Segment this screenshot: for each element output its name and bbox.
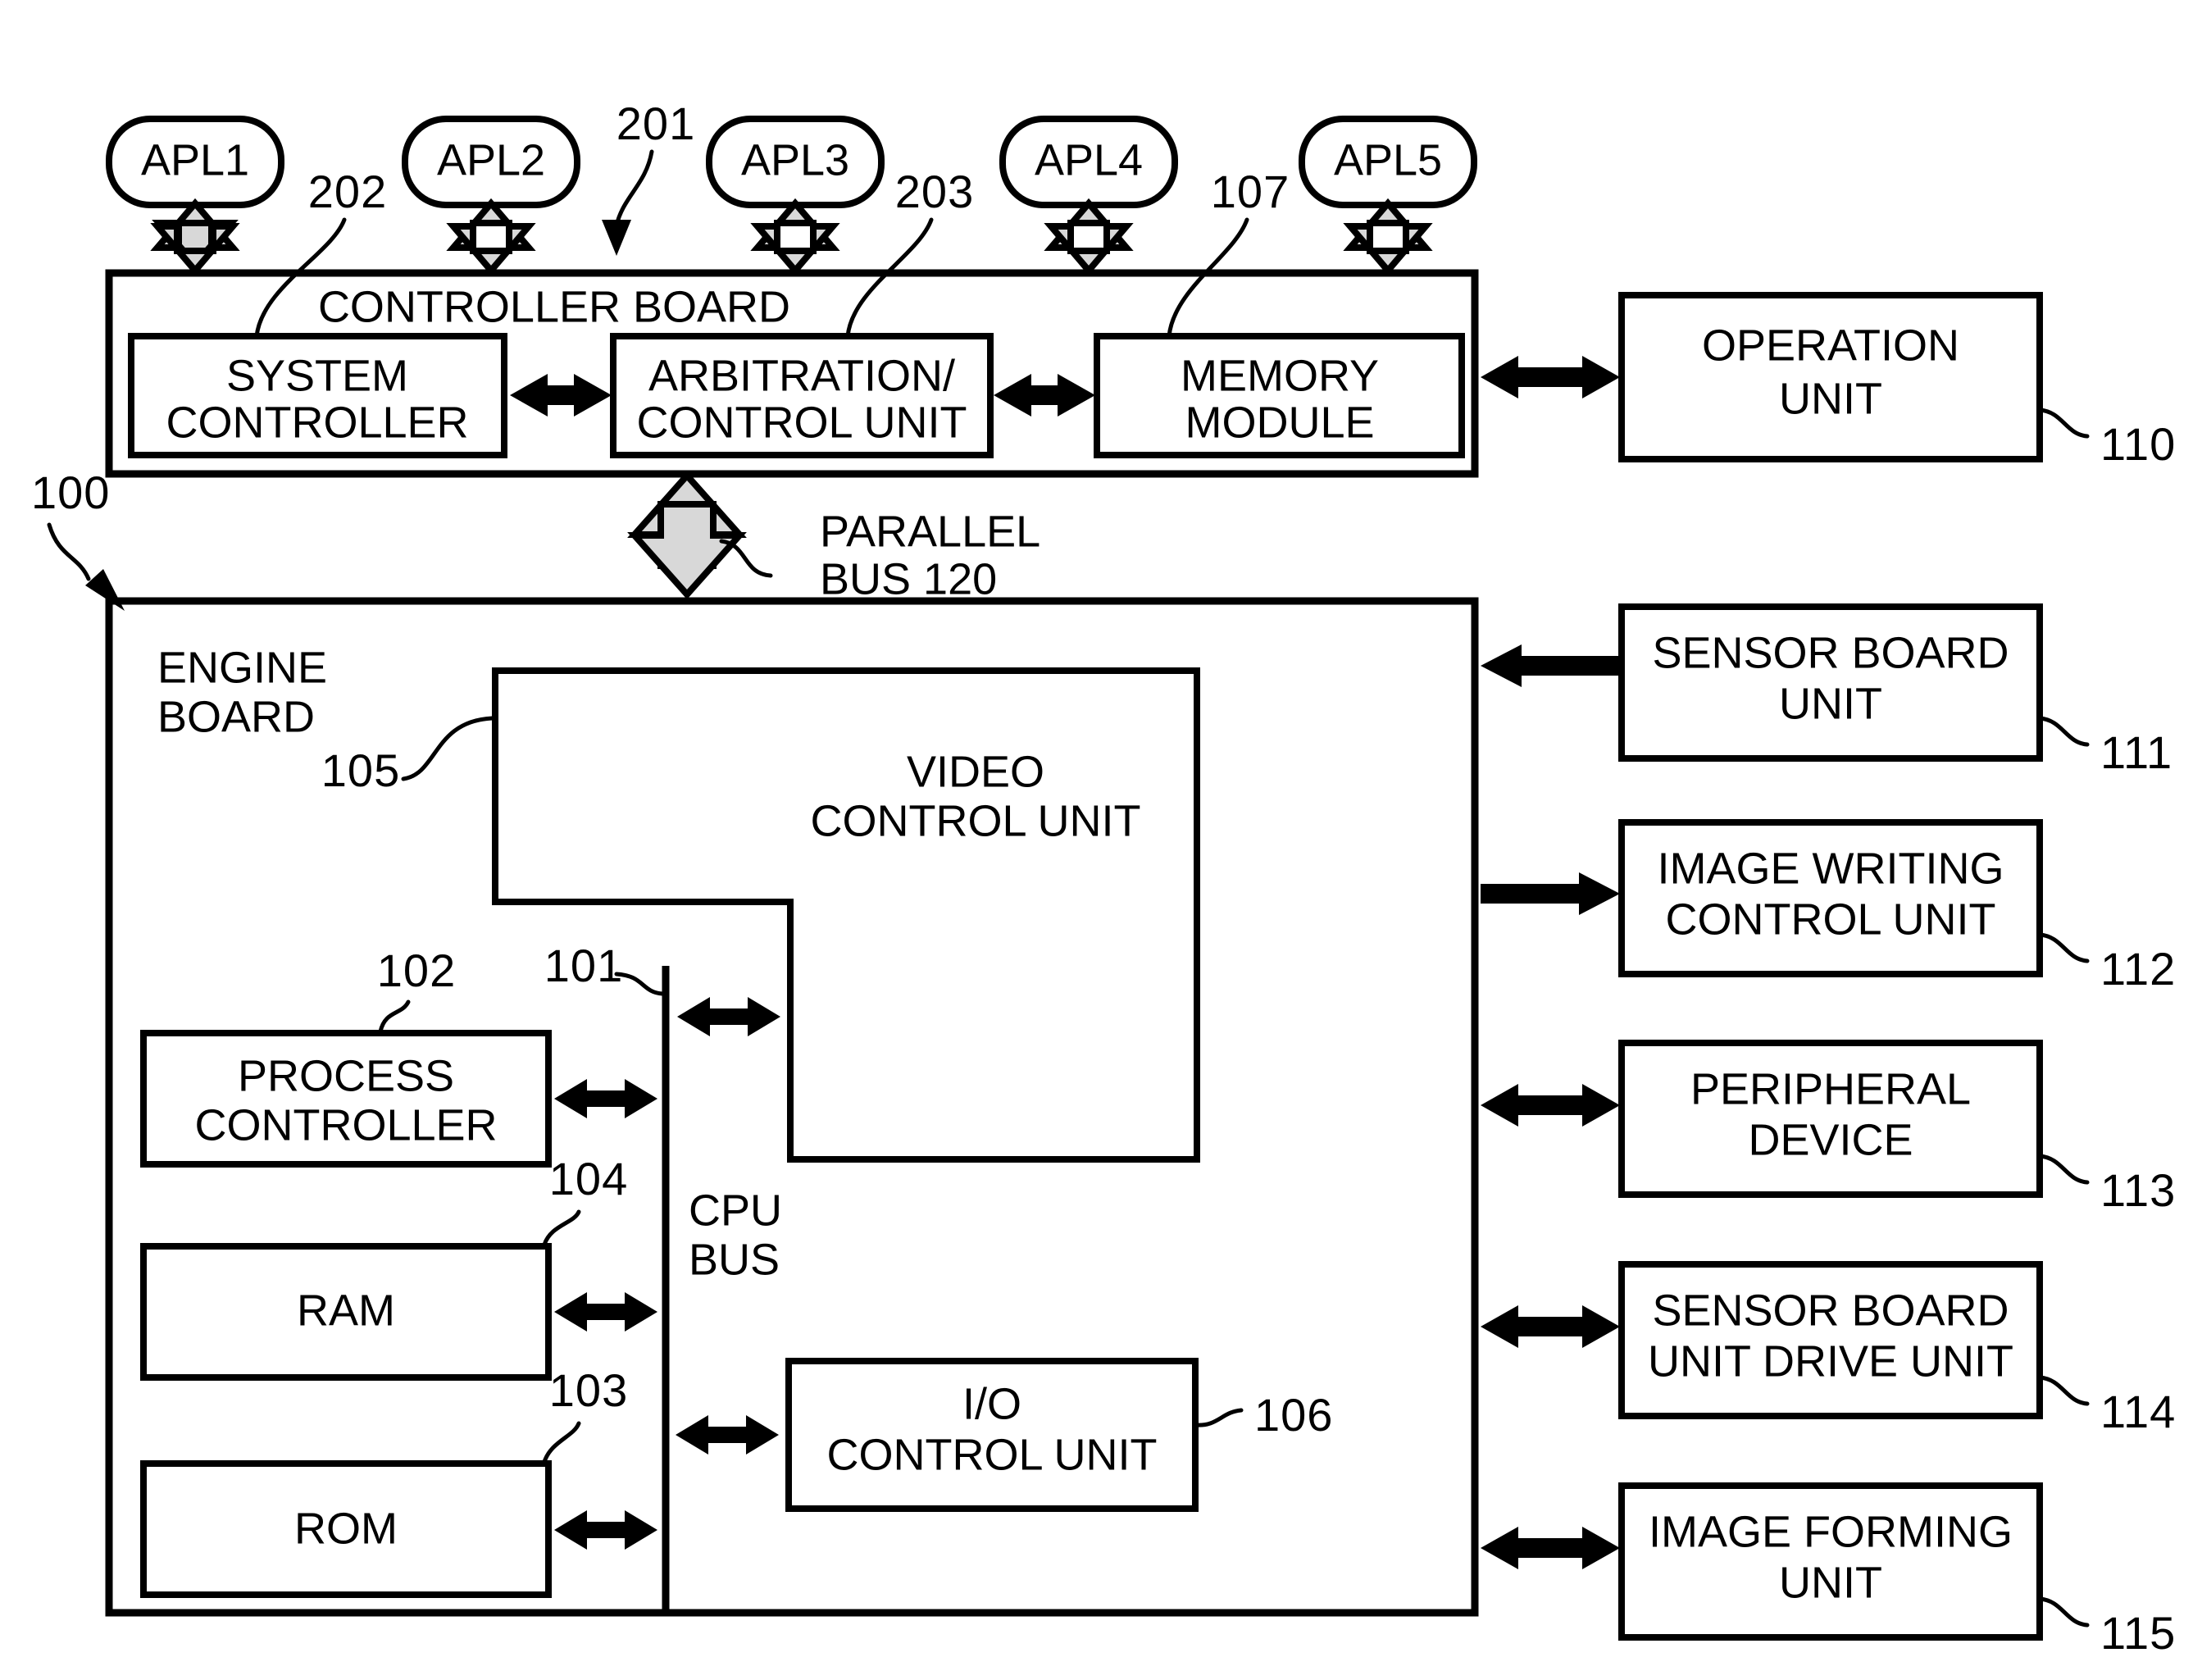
apl-node-4: APL4 [999, 116, 1178, 208]
apl4-connector [1044, 198, 1134, 276]
apl2-label: APL2 [437, 135, 545, 184]
cpu-bus-label-line1: CPU [689, 1186, 782, 1235]
ref-113: 113 [2100, 1164, 2176, 1216]
apl5-connector [1343, 198, 1433, 276]
arrow-sensor-board-unit-to-engine [1481, 644, 1620, 687]
cpu-bus-label-line2: BUS [689, 1235, 780, 1284]
ram-label: RAM [297, 1286, 395, 1335]
arrow-cpu-bus-to-video-control-unit [677, 997, 780, 1036]
ref-112: 112 [2100, 943, 2176, 995]
image-writing-control-unit-block: IMAGE WRITING CONTROL UNIT [1618, 819, 2043, 977]
arrow-cpu-bus-to-io-control-unit [676, 1415, 779, 1455]
sensor-drive-label-line2: UNIT DRIVE UNIT [1648, 1336, 2013, 1386]
ref-203: 203 [895, 166, 974, 217]
sensor-board-unit-block: SENSOR BOARD UNIT [1618, 603, 2043, 762]
arrow-system-to-arbitration [510, 374, 612, 417]
ref-110: 110 [2100, 418, 2176, 470]
arrow-rom-to-cpu-bus [554, 1510, 657, 1550]
ref-201-arrowhead [602, 220, 631, 256]
controller-board-label: CONTROLLER BOARD [318, 282, 790, 331]
apl2-connector [446, 198, 536, 276]
arrow-arbitration-to-memory [994, 374, 1095, 417]
image-writing-label-line1: IMAGE WRITING [1658, 844, 2004, 893]
apl-node-3: APL3 [706, 116, 885, 208]
ref-102: 102 [377, 945, 456, 996]
apl5-label: APL5 [1334, 135, 1442, 184]
sensor-board-unit-drive-unit-block: SENSOR BOARD UNIT DRIVE UNIT [1618, 1261, 2043, 1419]
sensor-drive-label-line1: SENSOR BOARD [1652, 1286, 2009, 1335]
process-controller-block: PROCESS CONTROLLER [140, 1030, 552, 1168]
image-forming-label-line2: UNIT [1779, 1558, 1882, 1607]
ref-115: 115 [2100, 1607, 2176, 1659]
apl3-label: APL3 [741, 135, 849, 184]
block-diagram: APL1 APL2 APL3 APL4 APL5 CONTROLLER BOAR… [31, 98, 2176, 1659]
apl4-label: APL4 [1035, 135, 1143, 184]
image-forming-unit-block: IMAGE FORMING UNIT [1618, 1482, 2043, 1641]
system-controller-label-line1: SYSTEM [226, 351, 408, 400]
arrow-process-controller-to-cpu-bus [554, 1079, 657, 1118]
apl-node-1: APL1 [106, 116, 284, 208]
parallel-bus-label-line2: BUS 120 [820, 554, 997, 603]
ref-101: 101 [544, 940, 623, 991]
sensor-board-unit-label-line2: UNIT [1779, 679, 1882, 728]
arbitration-label-line2: CONTROL UNIT [637, 398, 967, 447]
ref-105: 105 [321, 744, 400, 796]
sensor-board-unit-label-line1: SENSOR BOARD [1652, 628, 2009, 677]
ref-111: 111 [2100, 726, 2172, 778]
operation-unit-label-line1: OPERATION [1702, 321, 1959, 370]
ref-107: 107 [1211, 166, 1290, 217]
video-control-unit-block: VIDEO CONTROL UNIT [492, 667, 1200, 1163]
engine-board-label-line1: ENGINE [157, 643, 327, 692]
rom-block: ROM [140, 1460, 552, 1598]
system-controller-block: SYSTEM CONTROLLER [128, 333, 507, 458]
arrow-engine-to-image-forming [1481, 1527, 1620, 1569]
video-control-unit-shape [492, 667, 1200, 1163]
apl1-label: APL1 [141, 135, 249, 184]
video-control-unit-label-line1: VIDEO [907, 747, 1044, 796]
apl-node-5: APL5 [1299, 116, 1477, 208]
system-controller-label-line2: CONTROLLER [166, 398, 468, 447]
memory-module-label-line1: MEMORY [1181, 351, 1379, 400]
image-writing-label-line2: CONTROL UNIT [1666, 895, 1996, 944]
peripheral-device-label-line1: PERIPHERAL [1690, 1064, 1971, 1113]
arbitration-control-unit-block: ARBITRATION/ CONTROL UNIT [610, 333, 994, 458]
memory-module-block: MEMORY MODULE [1094, 333, 1465, 458]
arrow-ram-to-cpu-bus [554, 1292, 657, 1332]
arrow-engine-to-image-writing [1481, 872, 1620, 915]
operation-unit-block: OPERATION UNIT [1618, 292, 2043, 462]
process-controller-label-line1: PROCESS [238, 1051, 454, 1100]
arrow-engine-to-sensor-drive [1481, 1305, 1620, 1348]
arrow-engine-to-peripheral-device [1481, 1084, 1620, 1127]
ref-100: 100 [31, 467, 110, 518]
video-control-unit-label-line2: CONTROL UNIT [811, 796, 1141, 845]
ram-block: RAM [140, 1243, 552, 1381]
patent-figure-page: APL1 APL2 APL3 APL4 APL5 CONTROLLER BOAR… [0, 0, 2202, 1680]
image-forming-label-line1: IMAGE FORMING [1649, 1507, 2013, 1556]
ref-106: 106 [1254, 1389, 1333, 1441]
parallel-bus-arrow [627, 470, 747, 600]
operation-unit-label-line2: UNIT [1779, 374, 1882, 423]
peripheral-device-label-line2: DEVICE [1748, 1115, 1913, 1164]
peripheral-device-block: PERIPHERAL DEVICE [1618, 1040, 2043, 1198]
apl3-connector [750, 198, 840, 276]
memory-module-label-line2: MODULE [1185, 398, 1374, 447]
rom-label: ROM [294, 1504, 398, 1553]
process-controller-label-line2: CONTROLLER [194, 1100, 497, 1150]
arrow-controller-to-operation-unit [1481, 356, 1620, 398]
io-control-unit-label-line2: CONTROL UNIT [827, 1430, 1158, 1479]
ref-103: 103 [549, 1364, 628, 1416]
ref-114: 114 [2100, 1386, 2176, 1437]
ref-201: 201 [616, 98, 695, 149]
ref-202: 202 [308, 166, 387, 217]
io-control-unit-block: I/O CONTROL UNIT [785, 1358, 1199, 1512]
apl-node-2: APL2 [402, 116, 580, 208]
io-control-unit-label-line1: I/O [962, 1379, 1021, 1428]
engine-board-label-line2: BOARD [157, 692, 315, 741]
parallel-bus-label-line1: PARALLEL [820, 507, 1040, 556]
ref-104: 104 [549, 1153, 628, 1204]
arbitration-label-line1: ARBITRATION/ [648, 351, 955, 400]
